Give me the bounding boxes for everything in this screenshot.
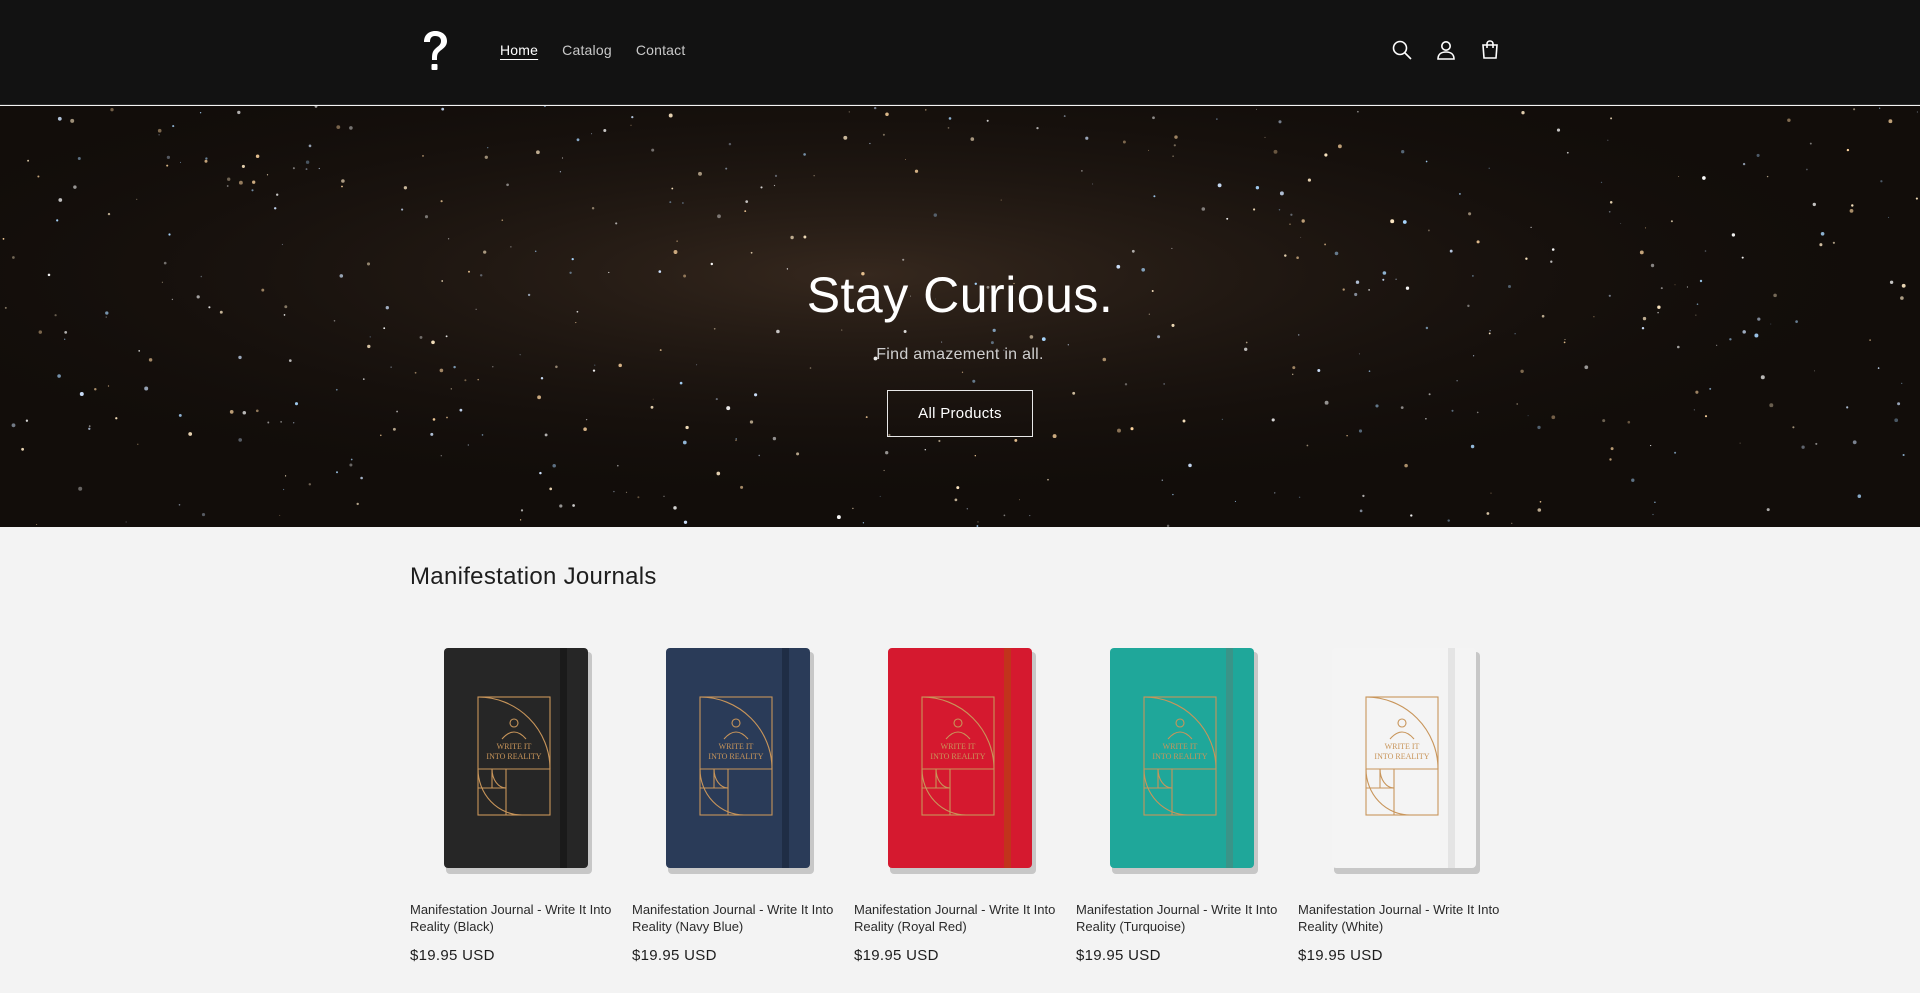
cart-icon[interactable] bbox=[1478, 38, 1502, 62]
nav-catalog[interactable]: Catalog bbox=[562, 42, 612, 58]
nav-home[interactable]: Home bbox=[500, 42, 538, 58]
main-nav: Home Catalog Contact bbox=[500, 42, 685, 58]
emblem-text-line-2: INTO REALITY bbox=[486, 752, 541, 761]
product-card[interactable]: WRITE IT INTO REALITY Manifestation Journa… bbox=[854, 625, 1066, 964]
product-price: $19.95 USD bbox=[410, 947, 495, 964]
all-products-button[interactable]: All Products bbox=[887, 390, 1033, 437]
product-image[interactable]: WRITE IT INTO REALITY bbox=[1298, 625, 1510, 875]
search-icon[interactable] bbox=[1390, 38, 1414, 62]
product-name[interactable]: Manifestation Journal - Write It Into Re… bbox=[632, 901, 844, 935]
emblem-text-line-1: WRITE IT bbox=[497, 742, 532, 751]
product-grid: WRITE IT INTO REALITY Manifestation Journa… bbox=[410, 625, 1510, 964]
hero-banner: Stay Curious. Find amazement in all. All… bbox=[0, 106, 1920, 527]
product-price: $19.95 USD bbox=[1076, 947, 1161, 964]
emblem-text-line-2: INTO REALITY bbox=[930, 752, 985, 761]
product-image[interactable]: WRITE IT INTO REALITY bbox=[1076, 625, 1288, 875]
product-name[interactable]: Manifestation Journal - Write It Into Re… bbox=[1076, 901, 1288, 935]
question-mark-logo-icon[interactable] bbox=[420, 30, 450, 74]
nav-contact[interactable]: Contact bbox=[636, 42, 686, 58]
site-header: Home Catalog Contact bbox=[0, 0, 1920, 105]
product-image[interactable]: WRITE IT INTO REALITY bbox=[632, 625, 844, 875]
emblem-text-line-2: INTO REALITY bbox=[1374, 752, 1429, 761]
product-name[interactable]: Manifestation Journal - Write It Into Re… bbox=[410, 901, 622, 935]
product-price: $19.95 USD bbox=[1298, 947, 1383, 964]
product-price: $19.95 USD bbox=[632, 947, 717, 964]
product-card[interactable]: WRITE IT INTO REALITY Manifestation Journa… bbox=[410, 625, 622, 964]
emblem-text-line-1: WRITE IT bbox=[719, 742, 754, 751]
emblem-text-line-1: WRITE IT bbox=[941, 742, 976, 751]
hero-title: Stay Curious. bbox=[806, 267, 1114, 323]
product-card[interactable]: WRITE IT INTO REALITY Manifestation Journa… bbox=[1298, 625, 1510, 964]
hero-subtitle: Find amazement in all. bbox=[876, 346, 1044, 363]
product-card[interactable]: WRITE IT INTO REALITY Manifestation Journa… bbox=[1076, 625, 1288, 964]
account-icon[interactable] bbox=[1434, 38, 1458, 62]
header-icons bbox=[1390, 38, 1502, 62]
emblem-text-line-1: WRITE IT bbox=[1163, 742, 1198, 751]
product-image[interactable]: WRITE IT INTO REALITY bbox=[410, 625, 622, 875]
emblem-text-line-1: WRITE IT bbox=[1385, 742, 1420, 751]
collection-title: Manifestation Journals bbox=[410, 563, 657, 590]
product-name[interactable]: Manifestation Journal - Write It Into Re… bbox=[1298, 901, 1510, 935]
product-image[interactable]: WRITE IT INTO REALITY bbox=[854, 625, 1066, 875]
product-price: $19.95 USD bbox=[854, 947, 939, 964]
emblem-text-line-2: INTO REALITY bbox=[1152, 752, 1207, 761]
product-card[interactable]: WRITE IT INTO REALITY Manifestation Journa… bbox=[632, 625, 844, 964]
emblem-text-line-2: INTO REALITY bbox=[708, 752, 763, 761]
product-name[interactable]: Manifestation Journal - Write It Into Re… bbox=[854, 901, 1066, 935]
